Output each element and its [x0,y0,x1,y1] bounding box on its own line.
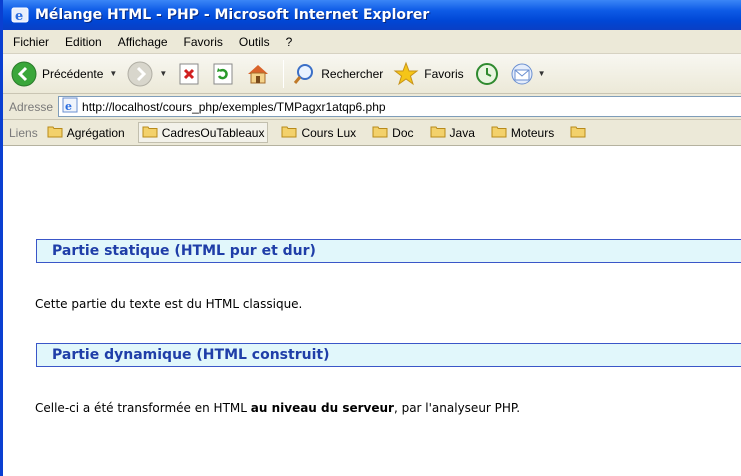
link-cours-lux[interactable]: Cours Lux [278,123,359,142]
link-label: Java [449,125,475,140]
svg-text:e: e [15,9,23,24]
folder-icon [281,124,297,141]
mail-icon [510,61,538,87]
favorites-star-icon [393,61,419,87]
search-button[interactable]: Rechercher [292,62,383,86]
toolbar-separator [283,59,285,88]
paragraph-dynamic-end: , par l'analyseur PHP. [393,401,521,415]
menu-help[interactable]: ? [286,35,293,49]
standard-toolbar: Précédente ▼ ▼ Rechercher Favoris ▼ [3,54,741,94]
favorites-label: Favoris [424,66,464,81]
link-moteurs[interactable]: Moteurs [488,123,557,142]
menu-edition[interactable]: Edition [65,35,102,49]
link-agregation[interactable]: Agrégation [44,123,128,142]
address-bar: Adresse e http://localhost/cours_php/exe… [3,94,741,120]
forward-button[interactable]: ▼ [127,61,167,87]
folder-icon [372,124,388,141]
heading-static: Partie statique (HTML pur et dur) [36,239,741,263]
address-url: http://localhost/cours_php/exemples/TMPa… [82,99,386,114]
folder-icon [47,124,63,141]
paragraph-dynamic: Celle-ci a été transformée en HTML au ni… [35,401,520,415]
link-label: Doc [392,125,414,140]
menu-bar: Fichier Edition Affichage Favoris Outils… [3,30,741,54]
ie-logo-icon: e [11,6,29,24]
back-button[interactable]: Précédente ▼ [11,61,117,87]
address-input[interactable]: e http://localhost/cours_php/exemples/TM… [58,96,741,117]
mail-dropdown-icon[interactable]: ▼ [538,69,546,78]
forward-arrow-icon [127,61,153,87]
link-label: Cours Lux [301,125,357,140]
refresh-icon [211,62,235,86]
home-button[interactable] [245,61,271,87]
menu-favoris[interactable]: Favoris [184,35,223,49]
back-arrow-icon [11,61,37,87]
folder-icon [570,124,586,141]
history-button[interactable] [474,61,500,87]
page-icon: e [62,97,78,116]
address-label: Adresse [9,99,54,114]
refresh-button[interactable] [211,62,235,86]
paragraph-dynamic-bold: au niveau du serveur [250,401,394,415]
favorites-button[interactable]: Favoris [393,61,464,87]
link-doc[interactable]: Doc [369,123,416,142]
menu-affichage[interactable]: Affichage [118,35,168,49]
back-label: Précédente [42,66,104,81]
menu-fichier[interactable]: Fichier [13,35,49,49]
title-bar[interactable]: e Mélange HTML - PHP - Microsoft Interne… [3,0,741,30]
menu-outils[interactable]: Outils [239,35,270,49]
folder-icon [430,124,446,141]
search-label: Rechercher [321,66,384,81]
folder-icon [491,124,507,141]
link-label: Moteurs [510,125,555,140]
folder-icon [142,124,158,141]
mail-button[interactable]: ▼ [510,61,546,87]
links-label: Liens [9,125,38,140]
link-label: CadresOuTableaux [161,125,265,140]
page-content: Partie statique (HTML pur et dur) Cette … [6,147,741,476]
window-title: Mélange HTML - PHP - Microsoft Internet … [35,7,430,23]
paragraph-static: Cette partie du texte est du HTML classi… [35,297,303,311]
paragraph-dynamic-start: Celle-ci a été transformée en HTML [35,401,251,415]
link-overflow-folder[interactable] [567,123,593,142]
link-cadresoutableaux[interactable]: CadresOuTableaux [137,122,269,143]
heading-dynamic: Partie dynamique (HTML construit) [36,343,741,367]
link-label: Agrégation [66,125,125,140]
stop-icon [177,62,201,86]
link-java[interactable]: Java [427,123,478,142]
forward-dropdown-icon[interactable]: ▼ [159,69,167,78]
stop-button[interactable] [177,62,201,86]
back-dropdown-icon[interactable]: ▼ [109,69,117,78]
search-icon [292,62,316,86]
browser-window: e Mélange HTML - PHP - Microsoft Interne… [0,0,741,476]
links-bar: Liens Agrégation CadresOuTableaux Cours … [3,120,741,146]
history-icon [474,61,500,87]
svg-text:e: e [65,100,72,113]
home-icon [245,61,271,87]
